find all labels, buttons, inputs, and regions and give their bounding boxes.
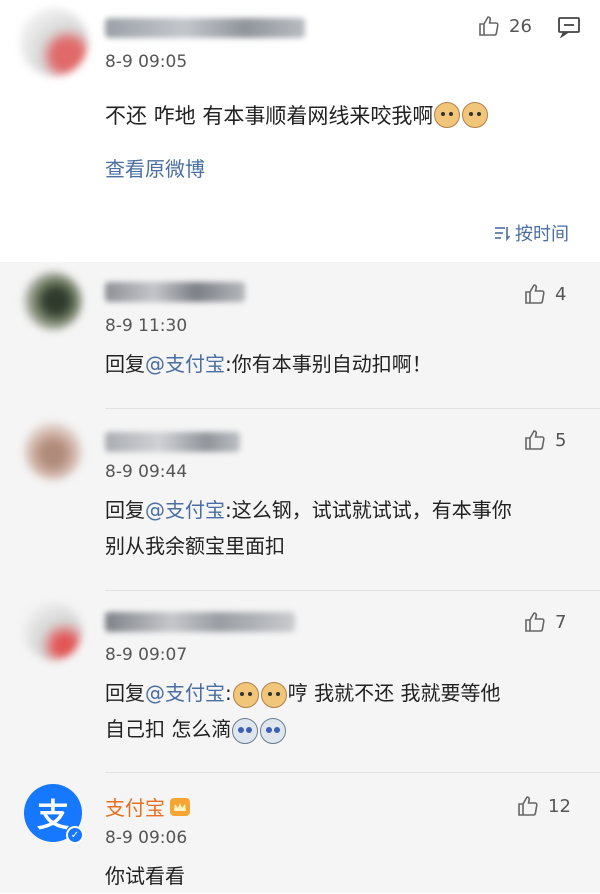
- like-button[interactable]: 5: [523, 428, 566, 452]
- replies-section: 8-9 11:30 4 回复@支付宝:你有本事别自动扣啊！ 8-9 09:44 …: [0, 262, 600, 893]
- comment-time: 8-9 09:05: [105, 52, 188, 72]
- thumbs-up-icon: [525, 284, 545, 304]
- reply-text: 回复@支付宝:你有本事别自动扣啊！: [105, 352, 432, 376]
- reply-text: 回复@支付宝:这么钢，试试就试试，有本事你 别从我余额宝里面扣: [105, 498, 512, 558]
- like-button[interactable]: 26: [477, 14, 532, 38]
- author-name[interactable]: 支付宝: [105, 792, 191, 821]
- alipay-avatar[interactable]: 支 ✓: [24, 784, 84, 844]
- cat-emoji-icon: [434, 102, 461, 128]
- sort-by-time-button[interactable]: 按时间: [493, 220, 569, 246]
- like-count: 4: [555, 283, 567, 305]
- mention-link[interactable]: @支付宝: [145, 352, 225, 376]
- reply-text: 回复@支付宝: 哼 我就不还 我就要等他 自己扣 怎么滴: [105, 675, 575, 747]
- like-count: 5: [555, 429, 567, 451]
- like-count: 26: [509, 15, 532, 37]
- reply-time: 8-9 09:06: [105, 828, 188, 848]
- view-original-link[interactable]: 查看原微博: [105, 153, 205, 182]
- message-icon[interactable]: [557, 16, 581, 42]
- like-button[interactable]: 12: [516, 794, 571, 818]
- thumbs-up-icon: [479, 16, 499, 36]
- verified-badge-icon: ✓: [66, 826, 84, 844]
- like-button[interactable]: 7: [523, 610, 566, 634]
- divider: [105, 590, 600, 591]
- husky-emoji-icon: [232, 717, 259, 744]
- like-button[interactable]: 4: [523, 282, 566, 306]
- reply-text: 你试看看: [105, 864, 185, 888]
- like-count: 7: [555, 611, 567, 633]
- avatar[interactable]: [20, 8, 88, 76]
- thumbs-up-icon: [518, 796, 538, 816]
- cat-emoji-icon: [260, 681, 287, 708]
- main-comment: 8-9 09:05 26 不还 咋地 有本事顺着网线来咬我啊 查看原微博 按时间: [0, 0, 600, 262]
- avatar[interactable]: [24, 272, 82, 330]
- like-count: 12: [548, 795, 571, 817]
- username-blurred[interactable]: [105, 18, 305, 38]
- husky-emoji-icon: [260, 717, 287, 744]
- cat-emoji-icon: [232, 681, 259, 708]
- divider: [105, 772, 600, 773]
- reply-time: 8-9 09:44: [105, 462, 188, 482]
- comment-text: 不还 咋地 有本事顺着网线来咬我啊: [105, 100, 489, 130]
- reply-time: 8-9 11:30: [105, 316, 188, 336]
- thumbs-up-icon: [525, 430, 545, 450]
- username-blurred[interactable]: [105, 612, 295, 632]
- crown-badge-icon: [170, 797, 190, 816]
- cat-emoji-icon: [462, 102, 489, 128]
- sort-icon: [495, 227, 511, 242]
- mention-link[interactable]: @支付宝: [145, 681, 225, 705]
- mention-link[interactable]: @支付宝: [145, 498, 225, 522]
- alipay-logo-icon: 支: [36, 796, 69, 834]
- reply-time: 8-9 09:07: [105, 645, 188, 665]
- divider: [105, 408, 600, 409]
- thumbs-up-icon: [525, 612, 545, 632]
- username-blurred[interactable]: [105, 282, 245, 302]
- avatar[interactable]: [24, 422, 82, 480]
- avatar[interactable]: [24, 602, 82, 660]
- username-blurred[interactable]: [105, 432, 240, 452]
